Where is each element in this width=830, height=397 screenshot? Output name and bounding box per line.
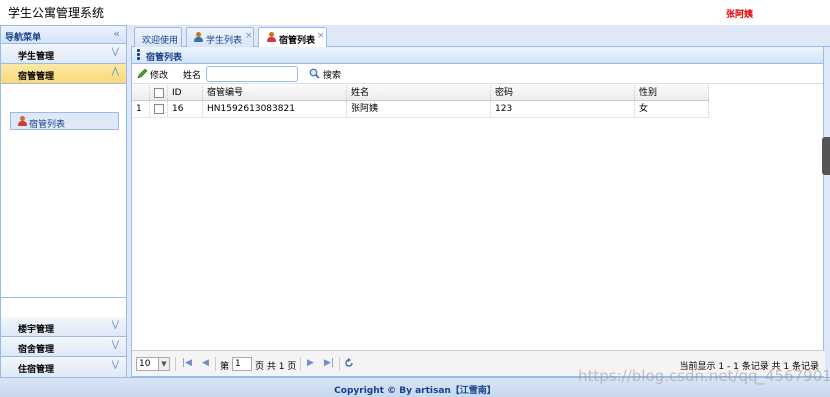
name-filter-label: 姓名 bbox=[183, 71, 202, 81]
panel-title: 宿管列表 bbox=[146, 53, 183, 63]
select-all-cell bbox=[150, 85, 168, 100]
panel-header: 宿管列表 bbox=[132, 47, 823, 64]
grid-header: ID 宿管编号 姓名 密码 性别 bbox=[132, 85, 709, 101]
sidebar-section-label: 住宿管理 bbox=[18, 365, 55, 375]
tab-label: 宿管列表 bbox=[279, 36, 316, 46]
cell-gender: 女 bbox=[635, 101, 709, 117]
app-frame: 导航菜单 « 学生管理 ⋁ 宿管管理 ⋀ 宿管列表 楼宇管理 ⋁ 宿舍管理 ⋁ bbox=[0, 25, 830, 377]
more-vertical-icon bbox=[137, 49, 140, 61]
prev-page-icon[interactable]: ◀ bbox=[202, 358, 209, 368]
refresh-icon[interactable] bbox=[344, 358, 354, 368]
user-icon bbox=[17, 116, 27, 126]
select-all-checkbox[interactable] bbox=[154, 88, 164, 98]
page-prefix: 第 bbox=[220, 362, 230, 372]
main-area: 欢迎使用 学生列表 × 宿管列表 × 宿管列表 修改 姓名 搜索 ID 宿管编号… bbox=[131, 25, 830, 377]
pencil-icon bbox=[137, 68, 148, 79]
row-number-header bbox=[132, 85, 150, 100]
next-page-icon[interactable]: ▶ bbox=[307, 358, 314, 368]
page-number-input[interactable]: 1 bbox=[232, 357, 252, 371]
edit-button-label: 修改 bbox=[150, 71, 169, 81]
sidebar-section-body: 宿管列表 bbox=[1, 84, 126, 298]
sidebar-section-building[interactable]: 楼宇管理 ⋁ bbox=[1, 317, 126, 337]
watermark: https://blog.csdn.net/qq_45679015 bbox=[578, 367, 830, 385]
collapse-sidebar-icon[interactable]: « bbox=[113, 27, 120, 40]
chevron-down-icon: ⋁ bbox=[111, 340, 119, 350]
page-total: 页 共 1 页 bbox=[255, 362, 297, 372]
chevron-up-icon: ⋀ bbox=[111, 67, 119, 77]
tab-bar: 欢迎使用 学生列表 × 宿管列表 × bbox=[131, 25, 830, 48]
app-title: 学生公寓管理系统 bbox=[8, 6, 105, 20]
column-header-name[interactable]: 姓名 bbox=[347, 85, 491, 100]
sidebar-section-dorm-manager[interactable]: 宿管管理 ⋀ bbox=[1, 64, 126, 84]
toolbar: 修改 姓名 搜索 bbox=[132, 64, 823, 84]
first-page-icon[interactable]: |◀ bbox=[182, 358, 192, 368]
search-icon bbox=[309, 68, 320, 79]
row-checkbox[interactable] bbox=[154, 104, 164, 114]
chevron-down-icon: ▼ bbox=[158, 358, 169, 370]
cell-id: 16 bbox=[168, 101, 203, 117]
cell-password: 123 bbox=[491, 101, 635, 117]
sidebar-item-dorm-manager-list[interactable]: 宿管列表 bbox=[10, 112, 119, 130]
column-header-gender[interactable]: 性别 bbox=[635, 85, 709, 100]
top-header: 学生公寓管理系统 张阿姨 bbox=[0, 0, 830, 24]
sidebar-section-label: 学生管理 bbox=[18, 52, 55, 62]
close-icon[interactable]: × bbox=[245, 31, 253, 41]
sidebar-title: 导航菜单 bbox=[5, 33, 42, 43]
pager-separator bbox=[300, 357, 301, 371]
sidebar-section-dormitory[interactable]: 宿舍管理 ⋁ bbox=[1, 337, 126, 357]
pager-separator bbox=[215, 357, 216, 371]
cell-code: HN1592613083821 bbox=[203, 101, 347, 117]
sidebar-section-label: 宿舍管理 bbox=[18, 345, 55, 355]
last-page-icon[interactable]: ▶| bbox=[324, 358, 334, 368]
side-panel-handle[interactable] bbox=[822, 137, 830, 175]
tab-label: 欢迎使用 bbox=[142, 36, 179, 46]
chevron-down-icon: ⋁ bbox=[111, 360, 119, 370]
page-size-select[interactable]: 10 ▼ bbox=[136, 357, 170, 371]
sidebar: 导航菜单 « 学生管理 ⋁ 宿管管理 ⋀ 宿管列表 楼宇管理 ⋁ 宿舍管理 ⋁ bbox=[0, 25, 127, 377]
chevron-down-icon: ⋁ bbox=[111, 47, 119, 57]
current-user-name[interactable]: 张阿姨 bbox=[726, 7, 753, 20]
edit-button[interactable]: 修改 bbox=[137, 68, 168, 81]
sidebar-section-label: 楼宇管理 bbox=[18, 325, 55, 335]
column-header-code[interactable]: 宿管编号 bbox=[203, 85, 347, 100]
pager-separator bbox=[175, 357, 176, 371]
search-button[interactable]: 搜索 bbox=[309, 68, 341, 81]
tab-welcome[interactable]: 欢迎使用 bbox=[134, 27, 182, 47]
row-number: 1 bbox=[132, 101, 150, 117]
sidebar-item-label: 宿管列表 bbox=[29, 120, 66, 130]
row-select-cell bbox=[150, 101, 168, 117]
user-icon bbox=[266, 32, 276, 42]
tab-dorm-manager-list[interactable]: 宿管列表 × bbox=[258, 27, 327, 48]
tab-student-list[interactable]: 学生列表 × bbox=[186, 27, 254, 47]
chevron-down-icon: ⋁ bbox=[111, 320, 119, 330]
user-icon bbox=[193, 32, 203, 42]
column-header-password[interactable]: 密码 bbox=[491, 85, 635, 100]
name-search-input[interactable] bbox=[206, 66, 298, 82]
sidebar-header: 导航菜单 « bbox=[1, 26, 126, 44]
content-panel: 宿管列表 修改 姓名 搜索 ID 宿管编号 姓名 密码 性别 1 16 HN15… bbox=[131, 47, 825, 377]
cell-name: 张阿姨 bbox=[347, 101, 491, 117]
sidebar-section-student[interactable]: 学生管理 ⋁ bbox=[1, 44, 126, 64]
pager-separator bbox=[339, 357, 340, 371]
page-size-value: 10 bbox=[139, 359, 151, 369]
sidebar-section-accommodation[interactable]: 住宿管理 ⋁ bbox=[1, 357, 126, 377]
tab-label: 学生列表 bbox=[206, 36, 243, 46]
column-header-id[interactable]: ID bbox=[168, 85, 203, 100]
search-button-label: 搜索 bbox=[323, 71, 342, 81]
sidebar-section-label: 宿管管理 bbox=[18, 72, 55, 82]
table-row[interactable]: 1 16 HN1592613083821 张阿姨 123 女 bbox=[132, 101, 709, 118]
close-icon[interactable]: × bbox=[317, 31, 325, 41]
data-grid: ID 宿管编号 姓名 密码 性别 1 16 HN1592613083821 张阿… bbox=[132, 85, 709, 118]
